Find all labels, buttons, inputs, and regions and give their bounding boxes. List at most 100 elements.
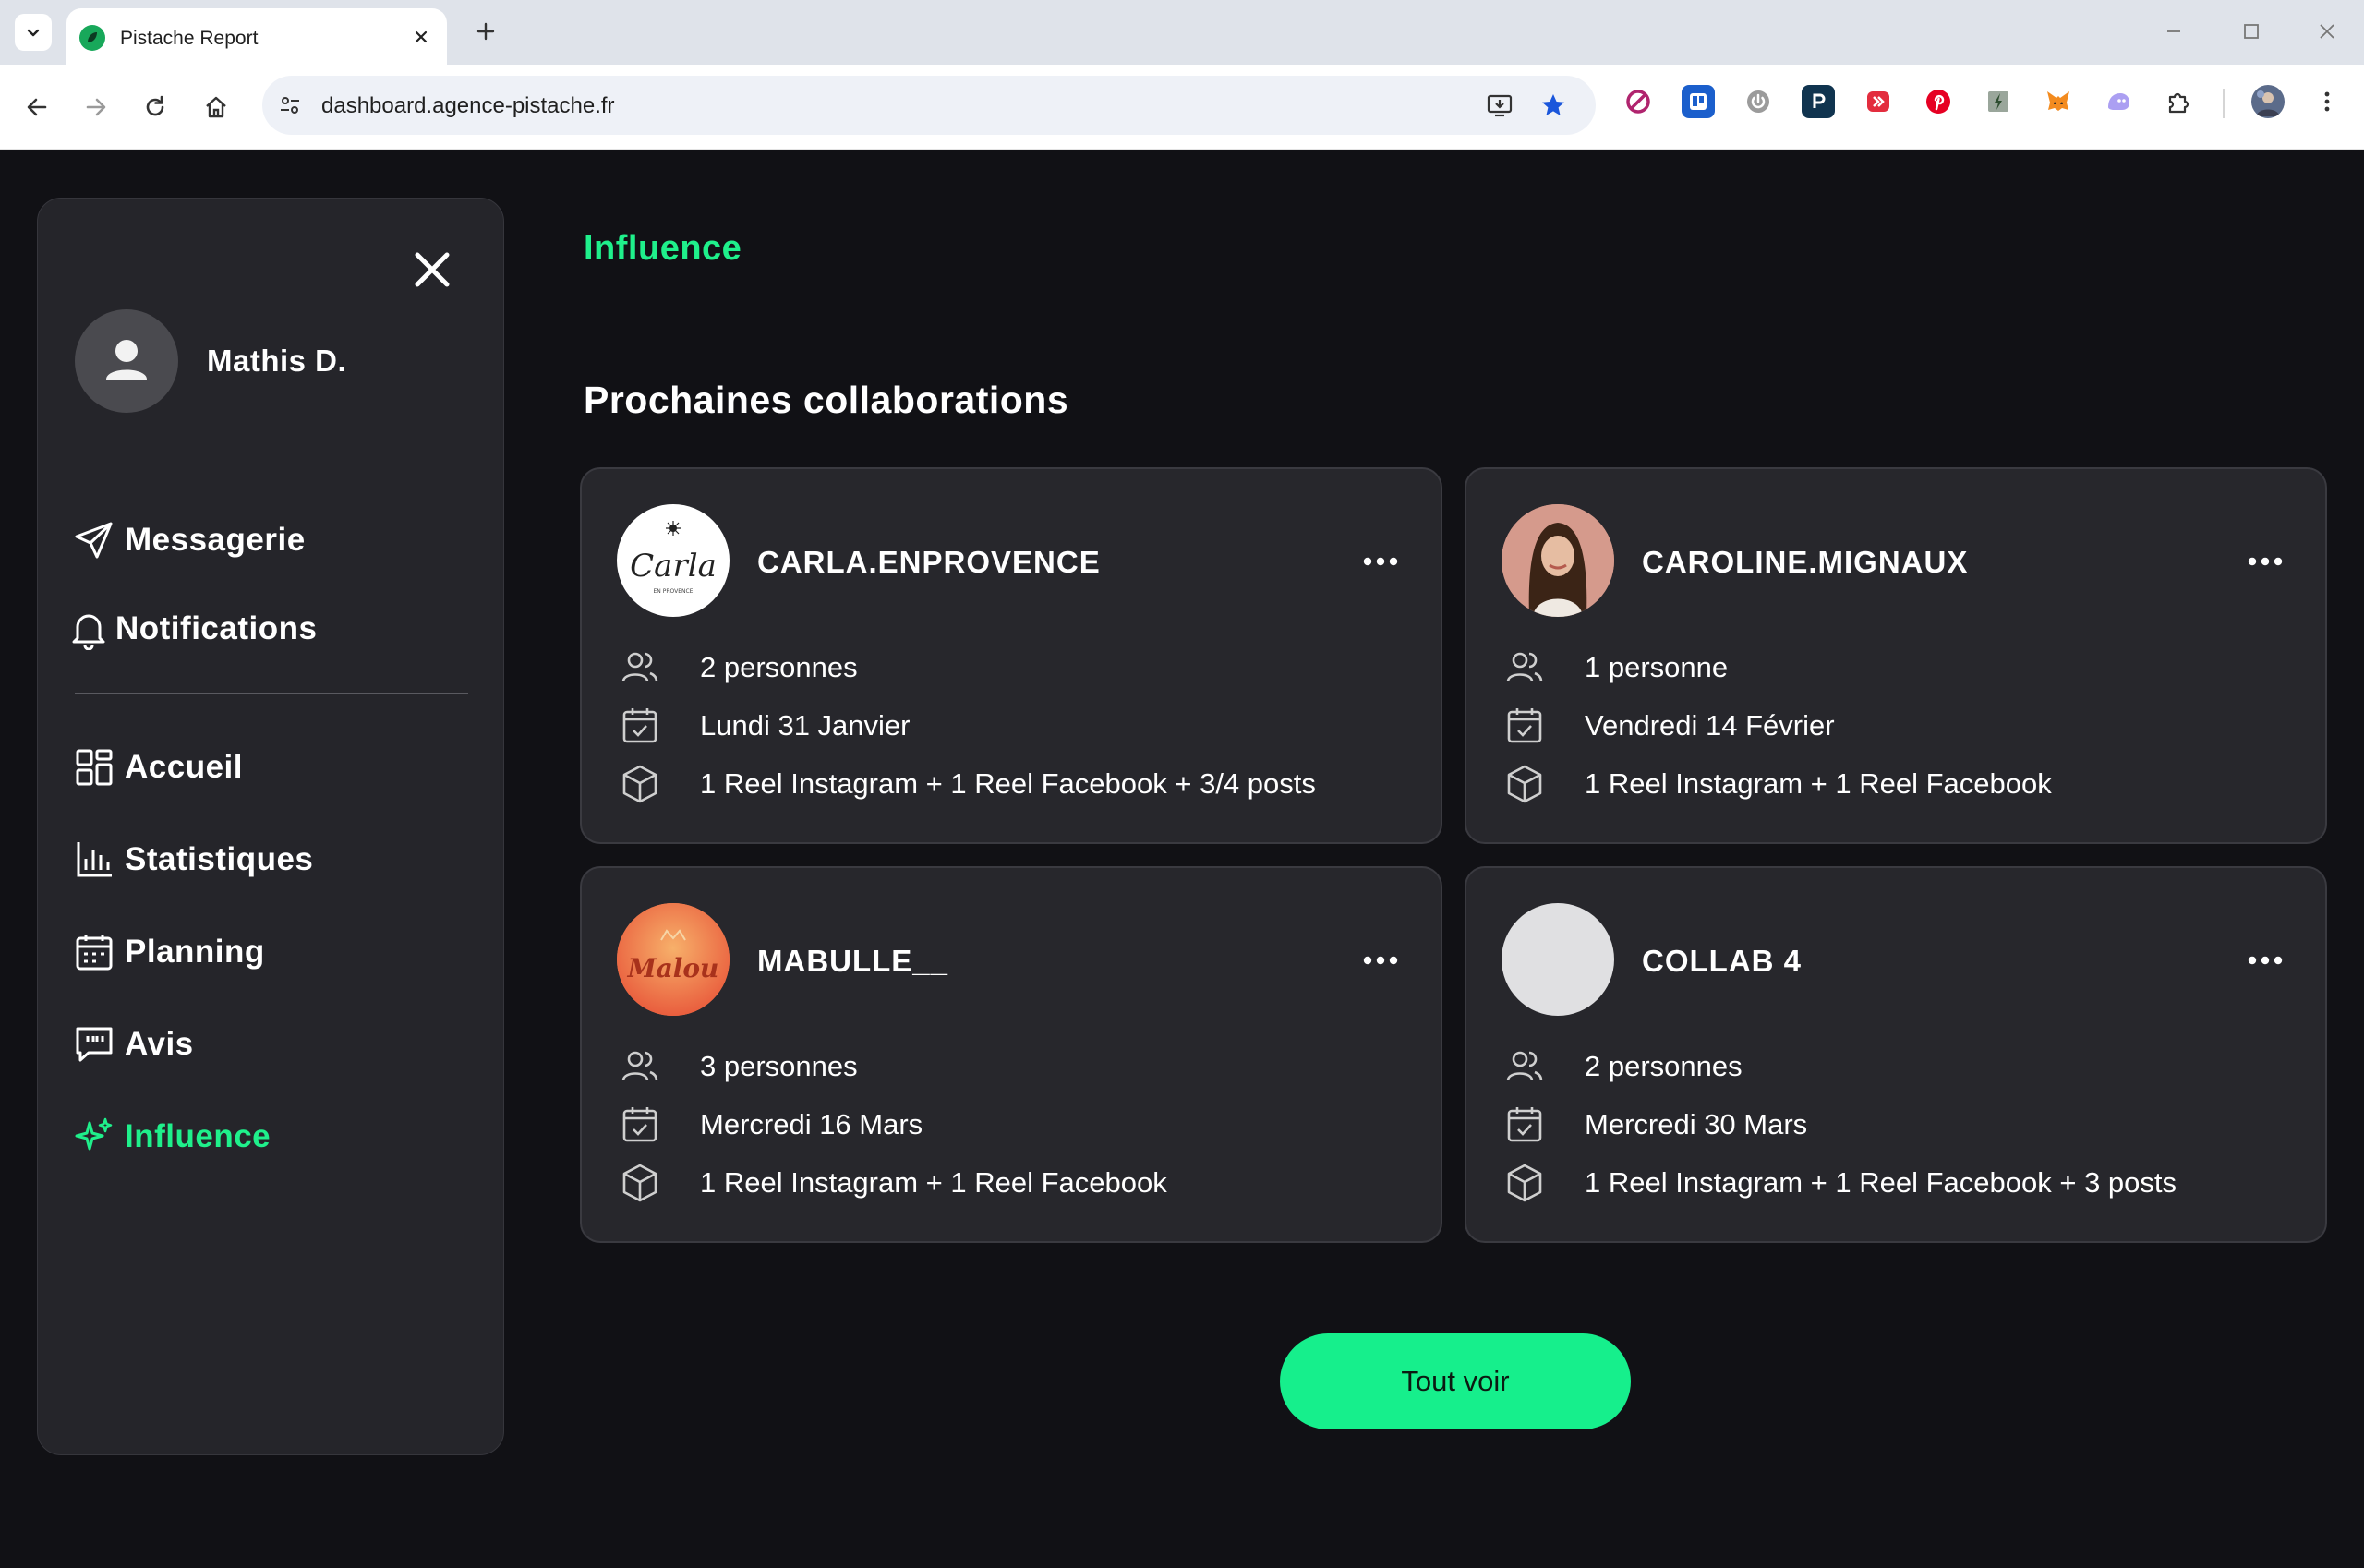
collab-deliverables: 1 Reel Instagram + 1 Reel Facebook (700, 1166, 1167, 1199)
collab-people: 1 personne (1585, 651, 1729, 683)
tab-search-button[interactable] (15, 14, 52, 51)
sidebar-item-label: Notifications (115, 610, 318, 646)
sidebar-item-label: Accueil (125, 749, 243, 785)
trello-extension-icon[interactable] (1682, 85, 1715, 118)
collab-name: COLLAB 4 (1642, 944, 1802, 978)
address-bar[interactable]: dashboard.agence-pistache.fr (262, 76, 1596, 135)
user-name: Mathis D. (207, 344, 347, 378)
tab-title: Pistache Report (120, 28, 259, 49)
reload-icon[interactable] (135, 87, 175, 127)
sidebar-item-accueil[interactable]: Accueil (71, 742, 243, 793)
calendar-icon (71, 929, 117, 975)
collab-card[interactable]: Malou MABULLE__ 3 personnes Mercredi 16 … (580, 866, 1442, 1243)
collab-deliverables-row: 1 Reel Instagram + 1 Reel Facebook (617, 1160, 1167, 1206)
install-app-icon[interactable] (1483, 89, 1516, 122)
forward-extension-icon[interactable] (1862, 85, 1895, 118)
calendar-check-icon (1502, 703, 1548, 749)
sidebar-item-influence[interactable]: Influence (71, 1111, 271, 1163)
collab-date: Lundi 31 Janvier (700, 709, 911, 742)
bell-icon (66, 606, 112, 652)
sidebar-item-label: Influence (125, 1118, 271, 1154)
package-icon (1502, 761, 1548, 807)
collab-date: Mercredi 16 Mars (700, 1108, 923, 1140)
bar-chart-icon (71, 837, 117, 883)
pistache-favicon-icon (79, 25, 105, 51)
collab-avatar-placeholder (1502, 903, 1614, 1016)
p-extension-icon[interactable] (1802, 85, 1835, 118)
collab-card[interactable]: CAROLINE.MIGNAUX 1 personne Vendredi 14 … (1465, 467, 2327, 844)
user-icon (106, 340, 147, 380)
sidebar-item-statistiques[interactable]: Statistiques (71, 834, 313, 886)
collab-avatar (1502, 504, 1614, 617)
package-icon (617, 1160, 663, 1206)
page-title: Influence (584, 229, 742, 268)
extensions-puzzle-icon[interactable] (2162, 85, 2195, 118)
collab-name: CARLA.ENPROVENCE (757, 545, 1101, 579)
window-close-icon[interactable] (2307, 13, 2347, 50)
home-icon[interactable] (196, 87, 236, 127)
more-options-icon[interactable] (2240, 942, 2290, 979)
site-settings-icon[interactable] (275, 90, 305, 120)
bookmark-star-icon[interactable] (1537, 89, 1570, 122)
collab-card[interactable]: COLLAB 4 2 personnes Mercredi 30 Mars 1 … (1465, 866, 2327, 1243)
browser-toolbar: dashboard.agence-pistache.fr (0, 65, 2364, 150)
avatar[interactable] (75, 309, 178, 413)
profile-avatar-icon[interactable] (2251, 85, 2285, 118)
collab-people-row: 2 personnes (617, 645, 858, 691)
new-tab-plus-icon[interactable] (469, 15, 502, 48)
sidebar: Mathis D. Messagerie Notifications Accue… (37, 198, 504, 1455)
maximize-icon[interactable] (2231, 13, 2272, 50)
collab-deliverables-row: 1 Reel Instagram + 1 Reel Facebook (1502, 761, 2052, 807)
more-options-icon[interactable] (2240, 543, 2290, 580)
collab-avatar: Malou (617, 903, 730, 1016)
users-icon (1502, 1043, 1548, 1090)
close-icon[interactable] (409, 247, 455, 293)
bolt-extension-icon[interactable] (1982, 85, 2015, 118)
collab-date-row: Mercredi 16 Mars (617, 1102, 923, 1148)
collab-people: 3 personnes (700, 1050, 858, 1082)
power-extension-icon[interactable] (1742, 85, 1775, 118)
tab-close-icon[interactable] (408, 24, 434, 50)
ghost-extension-icon[interactable] (2102, 85, 2135, 118)
back-arrow-icon[interactable] (17, 87, 57, 127)
browser-menu-icon[interactable] (2310, 85, 2344, 118)
collab-date-row: Mercredi 30 Mars (1502, 1102, 1807, 1148)
collab-deliverables-row: 1 Reel Instagram + 1 Reel Facebook + 3 p… (1502, 1160, 2177, 1206)
collab-people-row: 1 personne (1502, 645, 1728, 691)
sidebar-item-messagerie[interactable]: Messagerie (71, 514, 306, 566)
dashboard-icon (71, 744, 117, 790)
sidebar-item-label: Statistiques (125, 841, 314, 877)
pinterest-extension-icon[interactable] (1922, 85, 1955, 118)
more-options-icon[interactable] (1356, 942, 1405, 979)
collab-people-row: 2 personnes (1502, 1043, 1743, 1090)
forward-arrow-icon[interactable] (76, 87, 116, 127)
collab-deliverables: 1 Reel Instagram + 1 Reel Facebook (1585, 767, 2052, 800)
minimize-icon[interactable] (2153, 13, 2194, 50)
sparkle-icon (71, 1114, 117, 1160)
blocker-extension-icon[interactable] (1622, 85, 1655, 118)
sidebar-item-label: Planning (125, 934, 265, 970)
sidebar-item-avis[interactable]: Avis (71, 1019, 194, 1070)
users-icon (617, 1043, 663, 1090)
collab-date: Mercredi 30 Mars (1585, 1108, 1808, 1140)
collab-avatar-logo-text: Malou (627, 953, 719, 983)
collab-avatar-logo-text: Carla (630, 548, 717, 585)
more-options-icon[interactable] (1356, 543, 1405, 580)
users-icon (1502, 645, 1548, 691)
collab-people: 2 personnes (700, 651, 858, 683)
collab-avatar: Carla EN PROVENCE (617, 504, 730, 617)
send-icon (71, 517, 117, 563)
collab-avatar-logo-subtext: EN PROVENCE (654, 588, 694, 595)
metamask-fox-icon[interactable] (2042, 85, 2075, 118)
collab-name: CAROLINE.MIGNAUX (1642, 545, 1969, 579)
sidebar-item-planning[interactable]: Planning (71, 926, 265, 978)
collab-card[interactable]: Carla EN PROVENCE CARLA.ENPROVENCE 2 per… (580, 467, 1442, 844)
section-title: Prochaines collaborations (584, 379, 1069, 421)
browser-tab-bar: Pistache Report (0, 0, 2364, 65)
collab-date: Vendredi 14 Février (1585, 709, 1835, 742)
see-all-button[interactable]: Tout voir (1280, 1333, 1631, 1429)
sidebar-item-notifications[interactable]: Notifications (66, 603, 317, 655)
browser-tab[interactable]: Pistache Report (66, 8, 447, 65)
calendar-check-icon (617, 1102, 663, 1148)
url-text: dashboard.agence-pistache.fr (321, 93, 615, 118)
